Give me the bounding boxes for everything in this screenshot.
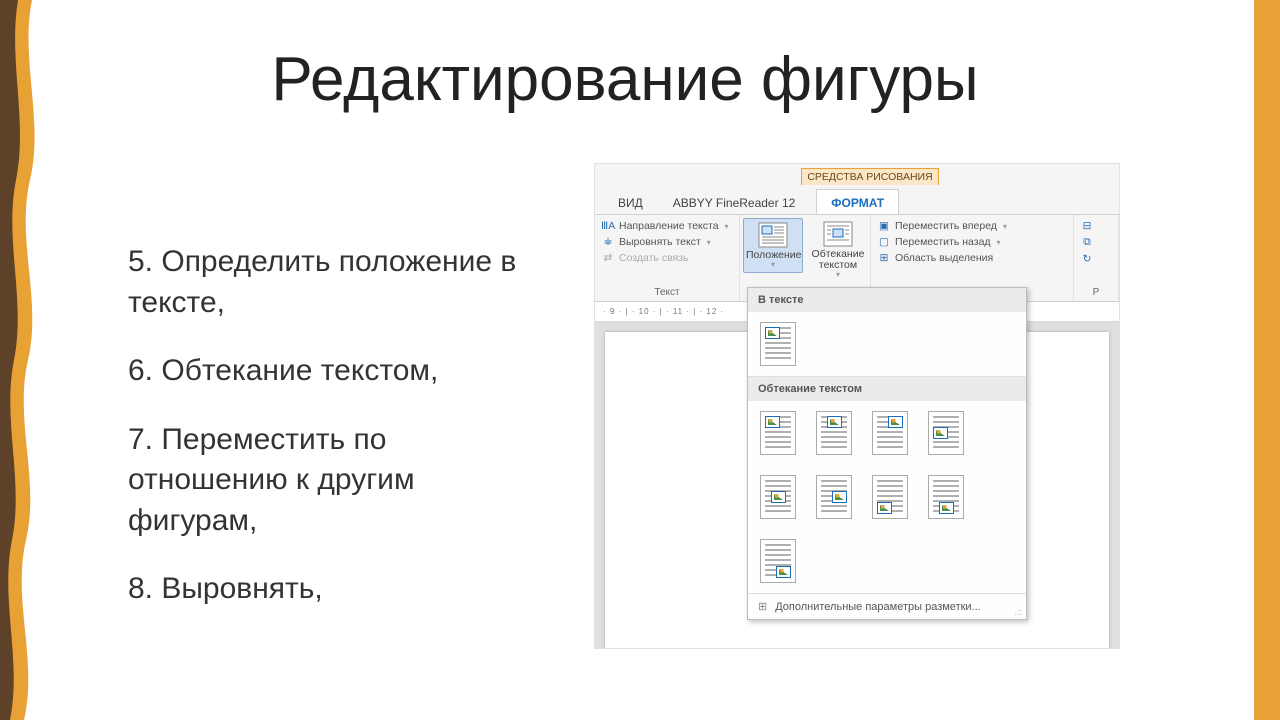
cmd-position[interactable]: Положение ▾ — [743, 218, 803, 273]
layout-options-icon: ⊞ — [758, 600, 767, 613]
cmd-bring-forward-label: Переместить вперед — [895, 220, 997, 232]
chevron-down-icon: ▾ — [707, 238, 711, 247]
cmd-align-text-label: Выровнять текст — [619, 236, 701, 248]
position-dropdown: В тексте Обтекание текстом — [747, 287, 1027, 620]
cmd-rotate-icon[interactable]: ↻ — [1080, 251, 1112, 267]
text-direction-icon: ⅢA — [601, 220, 615, 232]
cmd-bring-forward[interactable]: ▣ Переместить вперед ▾ — [877, 218, 1067, 234]
cmd-text-direction[interactable]: ⅢA Направление текста ▾ — [601, 218, 733, 234]
bring-forward-icon: ▣ — [877, 220, 891, 232]
bullet-8: 8. Выровнять, — [128, 569, 548, 610]
dropdown-more-layout-options[interactable]: ⊞ Дополнительные параметры разметки... .… — [748, 594, 1026, 619]
position-option-middle-left[interactable] — [928, 411, 964, 455]
cmd-send-backward-label: Переместить назад — [895, 236, 991, 248]
ribbon-group-partial: ⊟ ⧉ ↻ Р — [1074, 215, 1119, 301]
wrap-text-icon — [821, 221, 855, 247]
chevron-down-icon: ▾ — [746, 261, 800, 269]
cmd-selection-pane-label: Область выделения — [895, 252, 993, 264]
dropdown-section-inline: В тексте — [748, 288, 1026, 312]
cmd-wrap-text-label: Обтеканиетекстом — [811, 249, 865, 271]
align-text-icon: ≑ — [601, 236, 615, 248]
bullet-7: 7. Переместить по отношению к другим фиг… — [128, 420, 548, 542]
tab-view[interactable]: ВИД — [603, 189, 658, 214]
context-tab-drawing-tools: СРЕДСТВА РИСОВАНИЯ — [801, 168, 939, 185]
position-option-top-right[interactable] — [872, 411, 908, 455]
position-icon — [756, 222, 790, 248]
position-option-inline[interactable] — [760, 322, 796, 366]
cmd-selection-pane[interactable]: ⊞ Область выделения — [877, 250, 1067, 266]
group-label-text: Текст — [601, 285, 733, 298]
cmd-text-direction-label: Направление текста — [619, 220, 719, 232]
chevron-down-icon: ▾ — [811, 271, 865, 279]
position-option-bottom-center[interactable] — [928, 475, 964, 519]
cmd-create-link: ⇄ Создать связь — [601, 250, 733, 266]
cmd-create-link-label: Создать связь — [619, 252, 689, 264]
bullet-5: 5. Определить положение в тексте, — [128, 242, 548, 323]
dropdown-more-layout-label: Дополнительные параметры разметки... — [775, 601, 981, 613]
slide-accent-right — [1254, 0, 1280, 720]
position-option-middle-center[interactable] — [760, 475, 796, 519]
position-option-bottom-right[interactable] — [760, 539, 796, 583]
chevron-down-icon: ▾ — [725, 222, 729, 231]
cmd-align-icon[interactable]: ⊟ — [1080, 218, 1112, 234]
position-option-top-center[interactable] — [816, 411, 852, 455]
cmd-wrap-text[interactable]: Обтеканиетекстом ▾ — [809, 218, 867, 282]
cmd-group-icon[interactable]: ⧉ — [1080, 234, 1112, 251]
selection-pane-icon: ⊞ — [877, 252, 891, 264]
cmd-align-text[interactable]: ≑ Выровнять текст ▾ — [601, 234, 733, 250]
word-screenshot: СРЕДСТВА РИСОВАНИЯ ВИД ABBYY FineReader … — [594, 163, 1120, 649]
align-icon: ⊟ — [1080, 220, 1094, 232]
position-option-bottom-left[interactable] — [872, 475, 908, 519]
group-icon: ⧉ — [1080, 236, 1094, 249]
tab-abbyy[interactable]: ABBYY FineReader 12 — [658, 189, 811, 214]
tab-format[interactable]: ФОРМАТ — [816, 189, 899, 214]
position-option-top-left[interactable] — [760, 411, 796, 455]
link-icon: ⇄ — [601, 252, 615, 264]
slide-body-text: 5. Определить положение в тексте, 6. Обт… — [128, 242, 548, 638]
rotate-icon: ↻ — [1080, 253, 1094, 265]
chevron-down-icon: ▾ — [997, 238, 1001, 247]
position-option-middle-right[interactable] — [816, 475, 852, 519]
dropdown-section-wrap: Обтекание текстом — [748, 377, 1026, 401]
cmd-send-backward[interactable]: ▢ Переместить назад ▾ — [877, 234, 1067, 250]
group-label-partial: Р — [1080, 285, 1112, 298]
chevron-down-icon: ▾ — [1003, 222, 1007, 231]
slide-title: Редактирование фигуры — [0, 44, 1250, 115]
ribbon-group-text: ⅢA Направление текста ▾ ≑ Выровнять текс… — [595, 215, 740, 301]
send-backward-icon: ▢ — [877, 236, 891, 248]
bullet-6: 6. Обтекание текстом, — [128, 351, 548, 392]
resize-grip-icon: .:: — [1014, 607, 1022, 617]
